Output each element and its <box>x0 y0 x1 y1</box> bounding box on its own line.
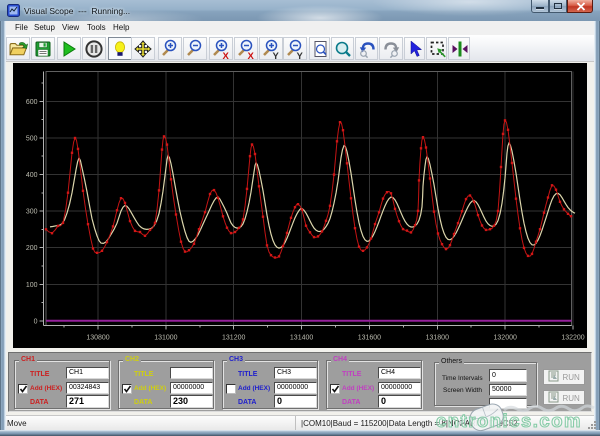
svg-text:X: X <box>248 51 255 60</box>
svg-text:X: X <box>223 51 230 60</box>
svg-text:Y: Y <box>273 51 280 60</box>
svg-text:100: 100 <box>26 282 38 289</box>
svg-text:130800: 130800 <box>86 335 109 342</box>
svg-text:600: 600 <box>26 99 38 106</box>
svg-text:131800: 131800 <box>426 335 449 342</box>
svg-text:131000: 131000 <box>154 335 177 342</box>
svg-text:cntronics.com: cntronics.com <box>436 410 582 431</box>
svg-text:131600: 131600 <box>358 335 381 342</box>
svg-text:300: 300 <box>26 209 38 216</box>
svg-text:400: 400 <box>26 172 38 179</box>
svg-text:Y: Y <box>297 51 304 60</box>
svg-text:200: 200 <box>26 245 38 252</box>
svg-text:132200: 132200 <box>561 335 584 342</box>
svg-text:132000: 132000 <box>494 335 517 342</box>
svg-text:131200: 131200 <box>222 335 245 342</box>
svg-text:0: 0 <box>34 318 38 325</box>
svg-text:500: 500 <box>26 135 38 142</box>
svg-text:131400: 131400 <box>290 335 313 342</box>
